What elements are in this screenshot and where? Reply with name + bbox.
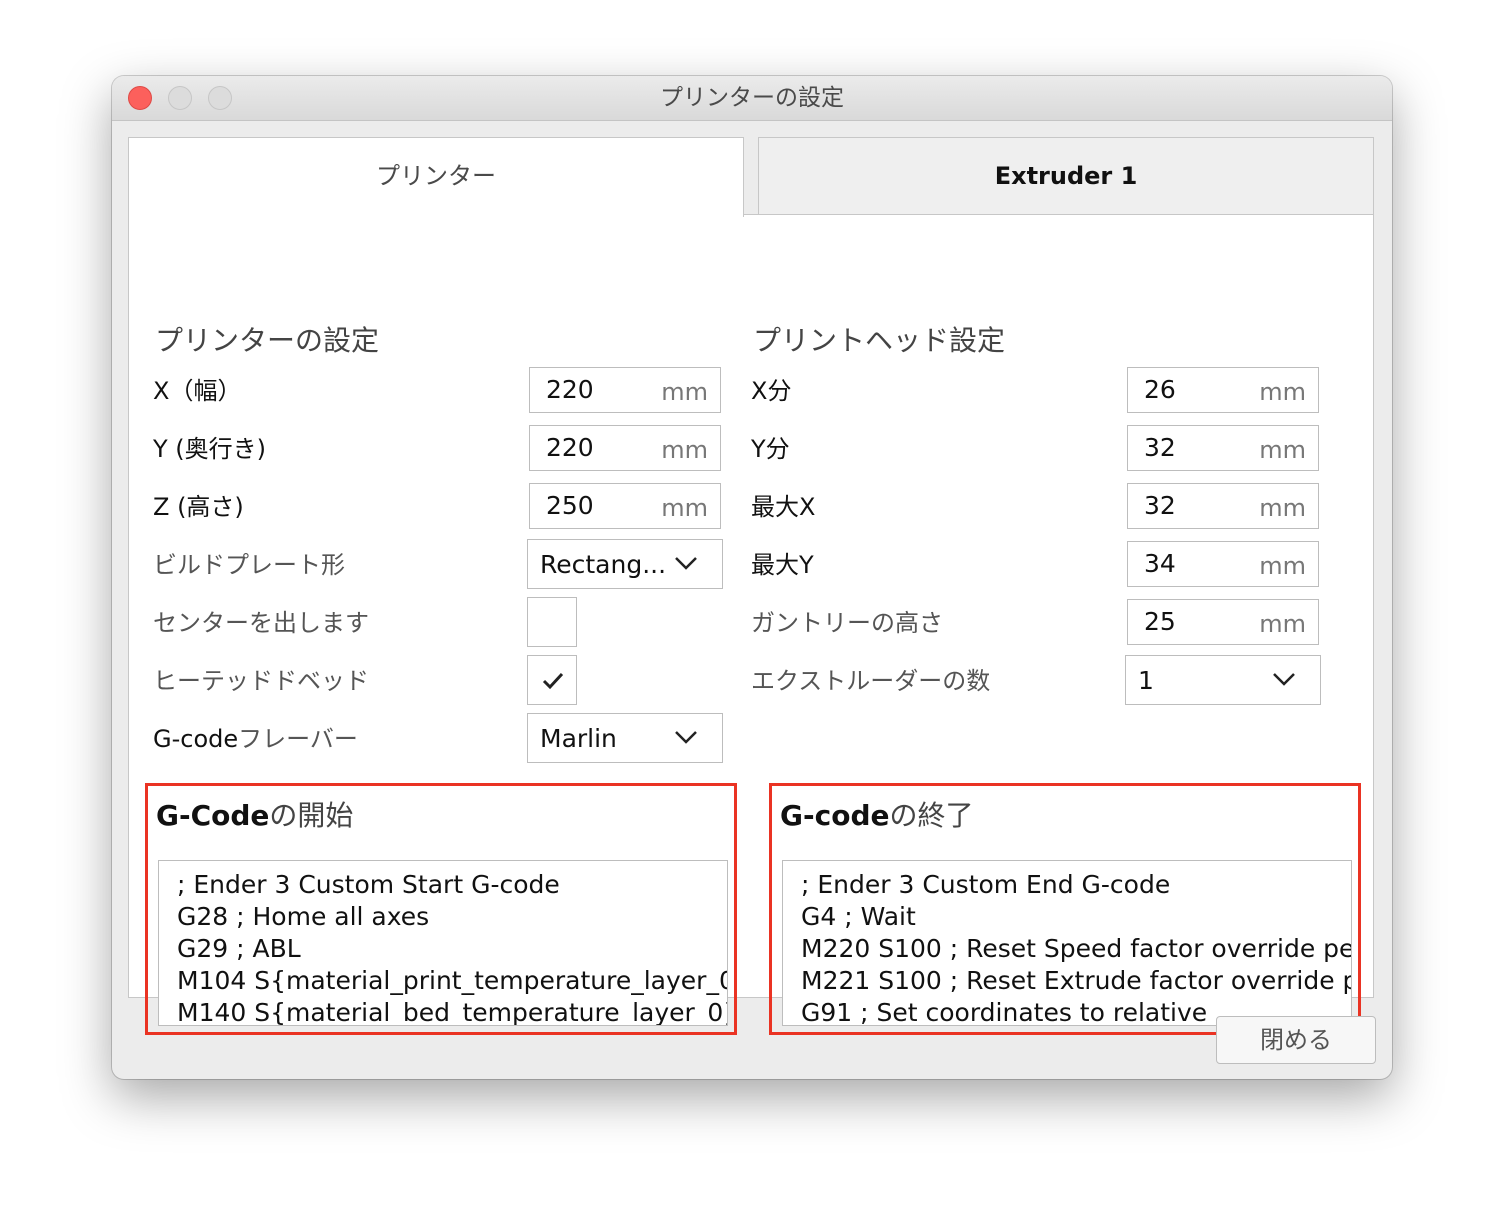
extruder-count-select[interactable]: 1 [1125,655,1321,705]
gantry-height-input[interactable]: 25 mm [1127,599,1319,645]
heated-bed-label: ヒーテッドドベッド [153,667,369,695]
y-min-input[interactable]: 32 mm [1127,425,1319,471]
tab-printer[interactable]: プリンター [128,137,744,217]
x-width-input[interactable]: 220 mm [529,367,721,413]
printer-settings-window: プリンターの設定 プリンター Extruder 1 プリンターの設定 X（幅） … [112,76,1392,1079]
tab-extruder-1[interactable]: Extruder 1 [758,137,1374,215]
z-height-input[interactable]: 250 mm [529,483,721,529]
gcode-flavor-label: G-codeフレーバー [153,725,358,753]
end-gcode-section: G-codeの終了 ; Ender 3 Custom End G-code G4… [769,783,1361,1035]
x-min-input[interactable]: 26 mm [1127,367,1319,413]
y-min-label: Y分 [751,435,790,463]
end-gcode-title: G-codeの終了 [780,799,974,832]
y-max-label: 最大Y [751,551,814,579]
close-button[interactable]: 閉める [1216,1016,1376,1064]
y-depth-label: Y (奥行き) [153,435,267,463]
chevron-down-icon [1273,673,1295,686]
extruder-count-label: エクストルーダーの数 [751,667,991,695]
printer-tab-panel: プリンターの設定 X（幅） 220 mm Y (奥行き) 220 mm Z (高… [128,214,1374,1035]
chevron-down-icon [675,557,697,570]
y-depth-input[interactable]: 220 mm [529,425,721,471]
origin-at-center-label: センターを出します [153,609,369,637]
start-gcode-textarea[interactable]: ; Ender 3 Custom Start G-code G28 ; Home… [158,860,728,1026]
build-plate-shape-label: ビルドプレート形 [153,551,345,579]
start-gcode-title: G-Codeの開始 [156,799,354,832]
chevron-down-icon [675,731,697,744]
printhead-settings-heading: プリントヘッド設定 [753,324,1006,357]
end-gcode-textarea[interactable]: ; Ender 3 Custom End G-code G4 ; Wait M2… [782,860,1352,1026]
x-max-label: 最大X [751,493,816,521]
title-bar[interactable]: プリンターの設定 [112,76,1392,121]
window-title: プリンターの設定 [660,85,844,111]
build-plate-shape-select[interactable]: Rectang... [527,539,723,589]
gantry-height-label: ガントリーの高さ [751,609,943,637]
x-width-label: X（幅） [153,377,242,405]
gcode-flavor-select[interactable]: Marlin [527,713,723,763]
printer-settings-heading: プリンターの設定 [155,324,380,357]
start-gcode-section: G-Codeの開始 ; Ender 3 Custom Start G-code … [145,783,737,1035]
heated-bed-checkbox[interactable] [527,655,577,705]
x-max-input[interactable]: 32 mm [1127,483,1319,529]
x-min-label: X分 [751,377,792,405]
z-height-label: Z (高さ) [153,493,244,521]
y-max-input[interactable]: 34 mm [1127,541,1319,587]
origin-at-center-checkbox[interactable] [527,597,577,647]
checkmark-icon [542,672,564,690]
